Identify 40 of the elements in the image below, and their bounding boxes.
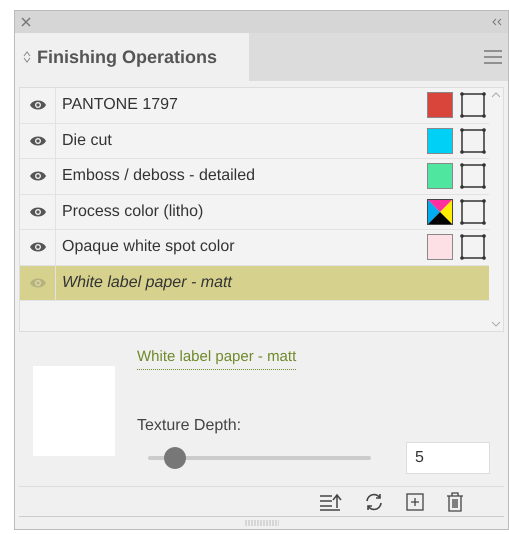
menu-icon[interactable] xyxy=(484,50,502,64)
operation-row[interactable]: Opaque white spot color xyxy=(20,230,489,266)
resize-grip-icon[interactable] xyxy=(244,520,278,526)
frame-icon[interactable] xyxy=(459,126,487,155)
frame-icon[interactable] xyxy=(459,162,487,190)
color-swatch[interactable] xyxy=(427,163,453,190)
eye-icon[interactable] xyxy=(28,241,46,254)
frame-icon[interactable] xyxy=(459,91,487,120)
frame-icon[interactable] xyxy=(459,233,487,262)
refresh-icon[interactable] xyxy=(364,492,384,512)
close-icon[interactable] xyxy=(21,17,31,27)
eye-icon[interactable] xyxy=(28,206,46,218)
operation-name: White label paper - matt xyxy=(61,272,234,293)
trash-icon[interactable] xyxy=(446,492,464,512)
panel-tab[interactable]: Finishing Operations xyxy=(15,33,249,81)
operation-row[interactable]: White label paper - matt xyxy=(20,266,489,301)
operation-name: Die cut xyxy=(61,130,113,151)
operation-name: PANTONE 1797 xyxy=(61,95,179,116)
sort-icon xyxy=(23,51,31,63)
operation-name: Process color (litho) xyxy=(61,202,204,222)
eye-icon[interactable] xyxy=(28,134,46,147)
slider-thumb[interactable] xyxy=(164,446,186,468)
slider-label: Texture Depth: xyxy=(137,416,242,436)
eye-icon[interactable] xyxy=(28,170,46,182)
color-swatch[interactable] xyxy=(427,92,453,118)
value-field[interactable]: 5 xyxy=(406,442,490,474)
operation-name: Emboss / deboss - detailed xyxy=(61,166,256,186)
operation-row[interactable]: Emboss / deboss - detailed xyxy=(20,159,489,194)
operation-row[interactable]: PANTONE 1797 xyxy=(20,88,489,124)
color-swatch[interactable] xyxy=(427,234,453,260)
operation-row[interactable]: Die cut xyxy=(20,124,489,159)
operation-row[interactable]: Process color (litho) xyxy=(20,194,489,230)
frame-icon[interactable] xyxy=(459,198,487,226)
eye-icon[interactable] xyxy=(28,99,46,112)
cmyk-swatch-icon[interactable] xyxy=(427,198,453,225)
collapse-icon[interactable] xyxy=(492,18,502,26)
operation-name: Opaque white spot color xyxy=(61,237,236,258)
color-swatch[interactable] xyxy=(427,128,453,154)
add-icon[interactable] xyxy=(406,492,424,510)
move-up-icon[interactable] xyxy=(320,492,342,510)
